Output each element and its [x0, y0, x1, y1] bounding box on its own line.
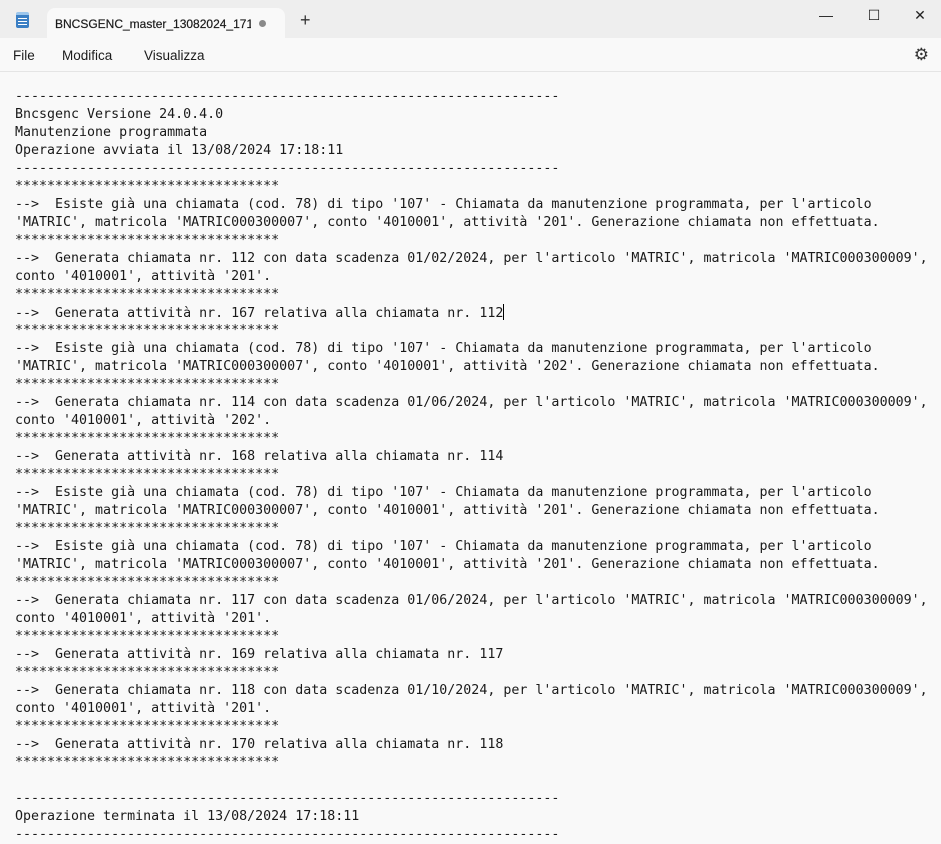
- text-line: --> Generata chiamata nr. 118 con data s…: [15, 683, 928, 698]
- text-line: 'MATRIC', matricola 'MATRIC000300007', c…: [15, 215, 880, 230]
- text-line: *********************************: [15, 377, 280, 392]
- text-line: 'MATRIC', matricola 'MATRIC000300007', c…: [15, 359, 880, 374]
- text-line: conto '4010001', attività '201'.: [15, 611, 272, 626]
- menu-bar: File Modifica Visualizza ⚙: [0, 38, 941, 72]
- text-line: *********************************: [15, 629, 280, 644]
- text-line: *********************************: [15, 665, 280, 680]
- text-line: --> Esiste già una chiamata (cod. 78) di…: [15, 539, 872, 554]
- close-button[interactable]: ✕: [897, 0, 941, 30]
- text-line: --> Generata attività nr. 169 relativa a…: [15, 647, 504, 662]
- text-caret: [503, 304, 505, 320]
- minimize-button[interactable]: —: [803, 0, 849, 30]
- text-line: conto '4010001', attività '201'.: [15, 269, 272, 284]
- text-line: 'MATRIC', matricola 'MATRIC000300007', c…: [15, 503, 880, 518]
- text-line: *********************************: [15, 719, 280, 734]
- text-line: Manutenzione programmata: [15, 125, 208, 140]
- tab-document[interactable]: BNCSGENC_master_13082024_171811: [47, 8, 285, 39]
- text-line: *********************************: [15, 179, 280, 194]
- new-tab-button[interactable]: +: [300, 11, 311, 29]
- text-line: --> Esiste già una chiamata (cod. 78) di…: [15, 485, 872, 500]
- text-line: *********************************: [15, 575, 280, 590]
- text-line: ----------------------------------------…: [15, 89, 560, 104]
- text-line: 'MATRIC', matricola 'MATRIC000300007', c…: [15, 557, 880, 572]
- text-line: *********************************: [15, 467, 280, 482]
- text-line: *********************************: [15, 521, 280, 536]
- text-line: --> Generata attività nr. 170 relativa a…: [15, 737, 504, 752]
- text-line: --> Generata chiamata nr. 114 con data s…: [15, 395, 928, 410]
- maximize-button[interactable]: ☐: [851, 0, 897, 30]
- menu-view[interactable]: Visualizza: [144, 48, 205, 63]
- text-line: conto '4010001', attività '202'.: [15, 413, 272, 428]
- text-line: --> Esiste già una chiamata (cod. 78) di…: [15, 197, 872, 212]
- title-bar: BNCSGENC_master_13082024_171811 + — ☐ ✕: [0, 0, 941, 39]
- text-line: ----------------------------------------…: [15, 161, 560, 176]
- text-line: Operazione terminata il 13/08/2024 17:18…: [15, 809, 360, 824]
- text-line: *********************************: [15, 755, 280, 770]
- document-text[interactable]: ----------------------------------------…: [15, 88, 928, 844]
- menu-edit[interactable]: Modifica: [62, 48, 112, 63]
- settings-gear-icon[interactable]: ⚙: [914, 45, 929, 65]
- text-line: --> Generata chiamata nr. 117 con data s…: [15, 593, 928, 608]
- text-line: --> Generata chiamata nr. 112 con data s…: [15, 251, 928, 266]
- text-line: ----------------------------------------…: [15, 827, 560, 842]
- text-line: conto '4010001', attività '201'.: [15, 701, 272, 716]
- menu-file[interactable]: File: [13, 48, 35, 63]
- text-line: *********************************: [15, 431, 280, 446]
- text-line: Operazione avviata il 13/08/2024 17:18:1…: [15, 143, 344, 158]
- text-line: --> Generata attività nr. 167 relativa a…: [15, 304, 505, 321]
- text-line: --> Esiste già una chiamata (cod. 78) di…: [15, 341, 872, 356]
- text-line: *********************************: [15, 323, 280, 338]
- text-line: ----------------------------------------…: [15, 791, 560, 806]
- text-line: --> Generata attività nr. 168 relativa a…: [15, 449, 504, 464]
- text-line: *********************************: [15, 233, 280, 248]
- text-line: [15, 772, 928, 790]
- text-editor[interactable]: ----------------------------------------…: [0, 73, 941, 842]
- text-line: *********************************: [15, 287, 280, 302]
- text-line: Bncsgenc Versione 24.0.4.0: [15, 107, 224, 122]
- tab-title: BNCSGENC_master_13082024_171811: [55, 17, 251, 31]
- unsaved-indicator-icon[interactable]: [259, 20, 266, 27]
- notepad-icon: [16, 12, 29, 28]
